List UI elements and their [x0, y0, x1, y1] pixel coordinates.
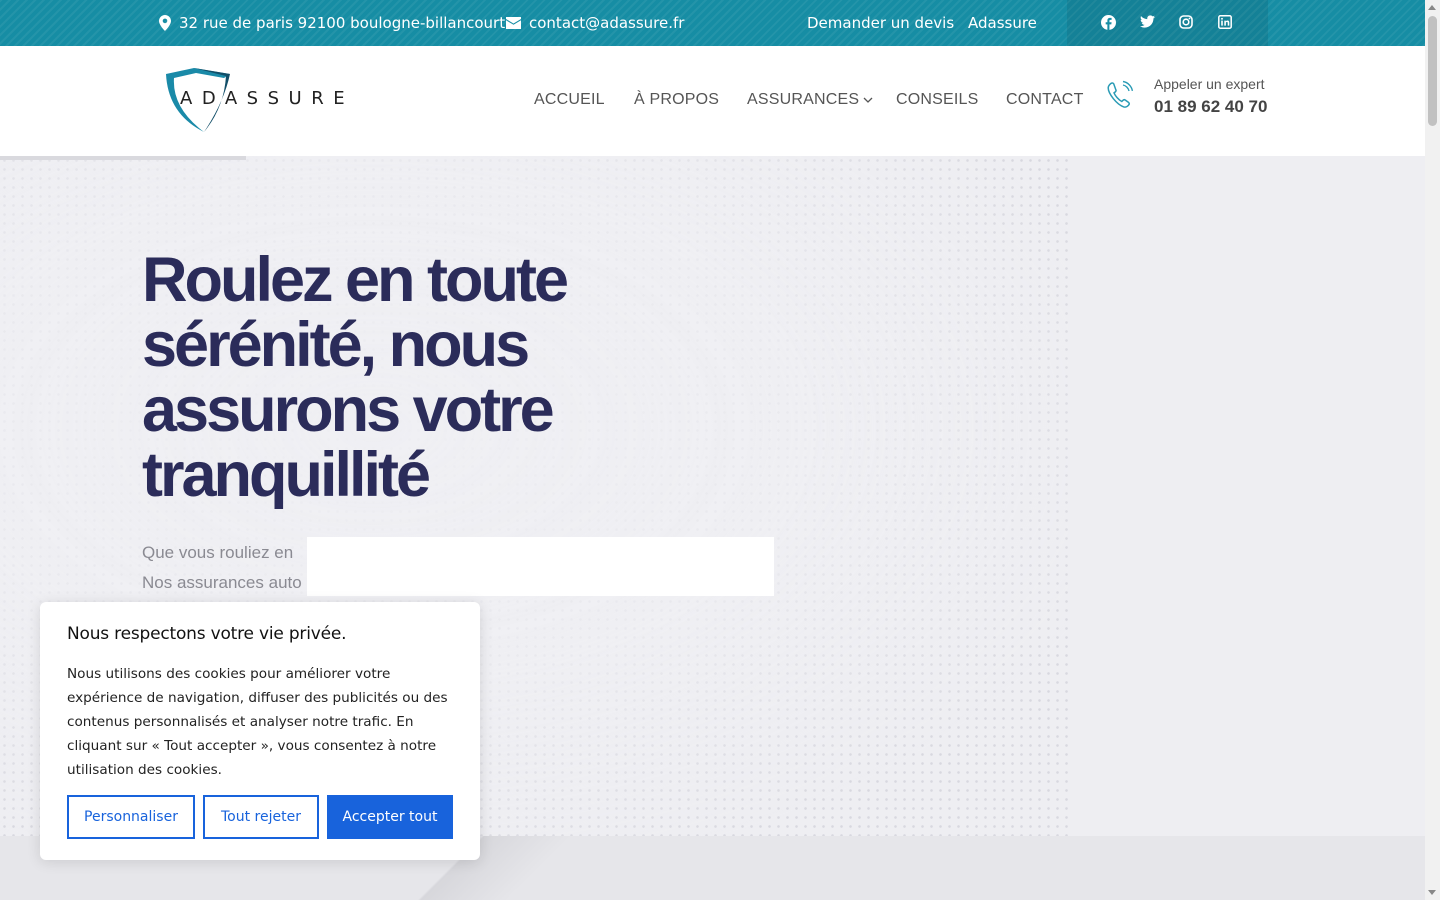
cookie-title: Nous respectons votre vie privée.	[67, 624, 347, 644]
phone-icon	[1107, 80, 1134, 108]
logo-text: ADASSURE	[180, 88, 355, 109]
instagram-icon[interactable]	[1179, 15, 1195, 31]
cookie-body: Nous utilisons des cookies pour améliore…	[67, 666, 448, 778]
address-text: 32 rue de paris 92100 boulogne-billancou…	[179, 14, 506, 32]
quote-link[interactable]: Demander un devis	[807, 0, 954, 46]
cookie-buttons: Personnaliser Tout rejeter Accepter tout	[67, 795, 453, 839]
nav-assurances-label: ASSURANCES	[747, 91, 860, 108]
social-links	[1067, 0, 1268, 46]
accept-all-button[interactable]: Accepter tout	[327, 795, 453, 839]
logo[interactable]: ADASSURE	[164, 68, 364, 134]
nav-accueil[interactable]: ACCUEIL	[534, 91, 605, 109]
nav-assurances[interactable]: ASSURANCES	[747, 91, 873, 109]
email[interactable]: contact@adassure.fr	[506, 0, 684, 46]
map-pin-icon	[159, 15, 171, 31]
address: 32 rue de paris 92100 boulogne-billancou…	[159, 0, 505, 46]
nav-conseils[interactable]: CONSEILS	[896, 91, 979, 109]
linkedin-icon[interactable]	[1218, 15, 1234, 31]
hero-title-line: sérénité, nous	[142, 310, 530, 380]
hero-title: Roulez en toute sérénité, nous assurons …	[142, 248, 662, 508]
white-overlay-box	[307, 537, 774, 596]
call-expert-number[interactable]: 01 89 62 40 70	[1154, 97, 1267, 117]
chevron-down-icon	[863, 97, 873, 103]
email-link[interactable]: contact@adassure.fr	[529, 14, 684, 32]
hero-title-line: tranquillité	[142, 440, 431, 510]
facebook-icon[interactable]	[1100, 15, 1117, 31]
hero-subtitle-line: Que vous rouliez en	[142, 543, 294, 562]
hero-subtitle-line: Nos assurances auto	[142, 573, 302, 592]
nav-contact[interactable]: CONTACT	[1006, 91, 1084, 109]
site-header: ADASSURE ACCUEIL À PROPOS ASSURANCES CON…	[0, 46, 1425, 156]
cookie-consent-banner: Nous respectons votre vie privée. Nous u…	[40, 602, 480, 860]
call-expert-label: Appeler un expert	[1154, 76, 1265, 92]
brand-link[interactable]: Adassure	[968, 0, 1037, 46]
header-divider	[0, 156, 246, 160]
top-bar: 32 rue de paris 92100 boulogne-billancou…	[0, 0, 1425, 46]
nav-a-propos[interactable]: À PROPOS	[634, 91, 719, 109]
twitter-icon[interactable]	[1139, 15, 1156, 31]
page-scrollbar[interactable]	[1425, 0, 1440, 900]
hero-title-line: Roulez en toute	[142, 245, 569, 315]
hero-subtitle: Que vous rouliez en Nos assurances auto	[142, 538, 302, 598]
scrollbar-thumb[interactable]	[1428, 16, 1437, 126]
reject-all-button[interactable]: Tout rejeter	[203, 795, 319, 839]
scroll-down-icon[interactable]	[1428, 890, 1436, 895]
hero-title-line: assurons votre	[142, 375, 555, 445]
envelope-icon	[506, 17, 521, 29]
customize-button[interactable]: Personnaliser	[67, 795, 195, 839]
scroll-up-icon[interactable]	[1428, 5, 1436, 10]
